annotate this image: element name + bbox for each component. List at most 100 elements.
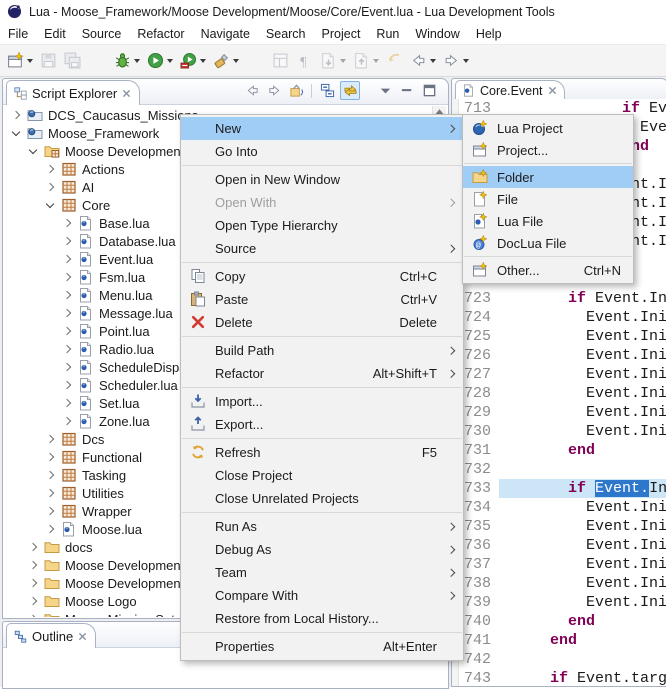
menu-item-refresh[interactable]: RefreshF5 (181, 441, 463, 464)
dropdown-arrow-icon[interactable] (233, 59, 239, 63)
external-tools-button[interactable] (210, 49, 242, 73)
menu-item-source[interactable]: Source (181, 237, 463, 260)
submenu-item-doclua-file[interactable]: @DocLua File (463, 232, 633, 254)
menubar-item-navigate[interactable]: Navigate (193, 25, 258, 43)
menu-item-team[interactable]: Team (181, 561, 463, 584)
dropdown-arrow-icon[interactable] (430, 59, 436, 63)
chevron-right-icon[interactable] (63, 381, 71, 389)
chevron-right-icon[interactable] (63, 399, 71, 407)
close-icon[interactable] (122, 89, 131, 98)
menubar-item-project[interactable]: Project (314, 25, 369, 43)
chevron-right-icon[interactable] (63, 237, 71, 245)
tree-item-label: Moose.lua (82, 522, 142, 537)
submenu-item-folder[interactable]: Folder (463, 166, 633, 188)
chevron-right-icon[interactable] (63, 273, 71, 281)
close-icon[interactable] (548, 86, 557, 95)
submenu-item-project[interactable]: Project... (463, 139, 633, 161)
chevron-right-icon[interactable] (63, 327, 71, 335)
menubar-item-help[interactable]: Help (468, 25, 510, 43)
coverage-button[interactable] (177, 49, 209, 73)
menu-item-compare-with[interactable]: Compare With (181, 584, 463, 607)
chevron-right-icon[interactable] (46, 471, 54, 479)
menu-item-refactor[interactable]: RefactorAlt+Shift+T (181, 362, 463, 385)
menubar-item-refactor[interactable]: Refactor (129, 25, 192, 43)
editor-tab-strip: Core.Event (452, 79, 666, 100)
dropdown-arrow-icon[interactable] (373, 59, 379, 63)
chevron-right-icon[interactable] (29, 615, 37, 617)
menubar-item-file[interactable]: File (0, 25, 36, 43)
link-editor-icon[interactable] (340, 81, 360, 100)
menubar-item-edit[interactable]: Edit (36, 25, 74, 43)
menu-item-properties[interactable]: PropertiesAlt+Enter (181, 635, 463, 658)
chevron-right-icon[interactable] (12, 111, 20, 119)
chevron-right-icon[interactable] (46, 183, 54, 191)
chevron-right-icon[interactable] (46, 165, 54, 173)
chevron-right-icon[interactable] (29, 543, 37, 551)
chevron-right-icon[interactable] (29, 579, 37, 587)
chevron-down-icon[interactable] (46, 200, 54, 208)
menu-item-run-as[interactable]: Run As (181, 515, 463, 538)
menu-item-open-in-new-window[interactable]: Open in New Window (181, 168, 463, 191)
chevron-right-icon[interactable] (63, 255, 71, 263)
chevron-right-icon[interactable] (46, 525, 54, 533)
submenu-item-other[interactable]: Other...Ctrl+N (463, 259, 633, 281)
dropdown-arrow-icon[interactable] (200, 59, 206, 63)
dropdown-arrow-icon[interactable] (463, 59, 469, 63)
up-icon[interactable] (287, 82, 305, 99)
menu-item-export[interactable]: Export... (181, 413, 463, 436)
chevron-right-icon[interactable] (29, 597, 37, 605)
debug-button[interactable] (111, 49, 143, 73)
run-button[interactable] (144, 49, 176, 73)
chevron-right-icon[interactable] (46, 435, 54, 443)
forward-button[interactable] (440, 49, 472, 73)
chevron-right-icon[interactable] (63, 363, 71, 371)
back-icon[interactable] (243, 82, 261, 99)
chevron-right-icon[interactable] (63, 219, 71, 227)
dropdown-arrow-icon[interactable] (340, 59, 346, 63)
menu-item-close-unrelated-projects[interactable]: Close Unrelated Projects (181, 487, 463, 510)
chevron-right-icon[interactable] (63, 309, 71, 317)
view-menu-icon[interactable] (376, 82, 394, 99)
submenu-item-lua-project[interactable]: Lua Project (463, 117, 633, 139)
dropdown-arrow-icon[interactable] (134, 59, 140, 63)
submenu-item-lua-file[interactable]: Lua File (463, 210, 633, 232)
close-icon[interactable] (78, 632, 87, 641)
menu-item-paste[interactable]: PasteCtrl+V (181, 288, 463, 311)
dropdown-arrow-icon[interactable] (167, 59, 173, 63)
chevron-down-icon[interactable] (29, 146, 37, 154)
minimize-icon[interactable] (398, 82, 416, 99)
menu-item-delete[interactable]: DeleteDelete (181, 311, 463, 334)
menu-item-go-into[interactable]: Go Into (181, 140, 463, 163)
chevron-right-icon[interactable] (63, 345, 71, 353)
chevron-right-icon[interactable] (29, 561, 37, 569)
menu-item-import[interactable]: Import... (181, 390, 463, 413)
menu-item-copy[interactable]: CopyCtrl+C (181, 265, 463, 288)
submenu-item-file[interactable]: File (463, 188, 633, 210)
new-wizard-button[interactable] (4, 49, 36, 73)
back-button[interactable] (407, 49, 439, 73)
menu-item-open-type-hierarchy[interactable]: Open Type Hierarchy (181, 214, 463, 237)
chevron-right-icon[interactable] (63, 291, 71, 299)
menu-item-build-path[interactable]: Build Path (181, 339, 463, 362)
tab-core-event[interactable]: Core.Event (455, 80, 565, 100)
menu-item-debug-as[interactable]: Debug As (181, 538, 463, 561)
chevron-right-icon[interactable] (46, 489, 54, 497)
forward-icon[interactable] (265, 82, 283, 99)
menubar-item-search[interactable]: Search (258, 25, 314, 43)
menu-item-close-project[interactable]: Close Project (181, 464, 463, 487)
menu-item-restore-from-local-history[interactable]: Restore from Local History... (181, 607, 463, 630)
chevron-right-icon[interactable] (46, 453, 54, 461)
chevron-right-icon[interactable] (63, 417, 71, 425)
menubar-item-run[interactable]: Run (368, 25, 407, 43)
chevron-down-icon[interactable] (12, 128, 20, 136)
menubar-item-window[interactable]: Window (407, 25, 467, 43)
maximize-icon[interactable] (420, 82, 438, 99)
chevron-right-icon[interactable] (46, 507, 54, 515)
collapse-all-icon[interactable] (318, 82, 336, 99)
menu-item-label: Open in New Window (215, 172, 340, 187)
tab-outline[interactable]: Outline (6, 623, 96, 648)
menubar-item-source[interactable]: Source (74, 25, 130, 43)
dropdown-arrow-icon[interactable] (27, 59, 33, 63)
menu-item-new[interactable]: New (181, 117, 463, 140)
tab-script-explorer[interactable]: Script Explorer (6, 80, 140, 105)
